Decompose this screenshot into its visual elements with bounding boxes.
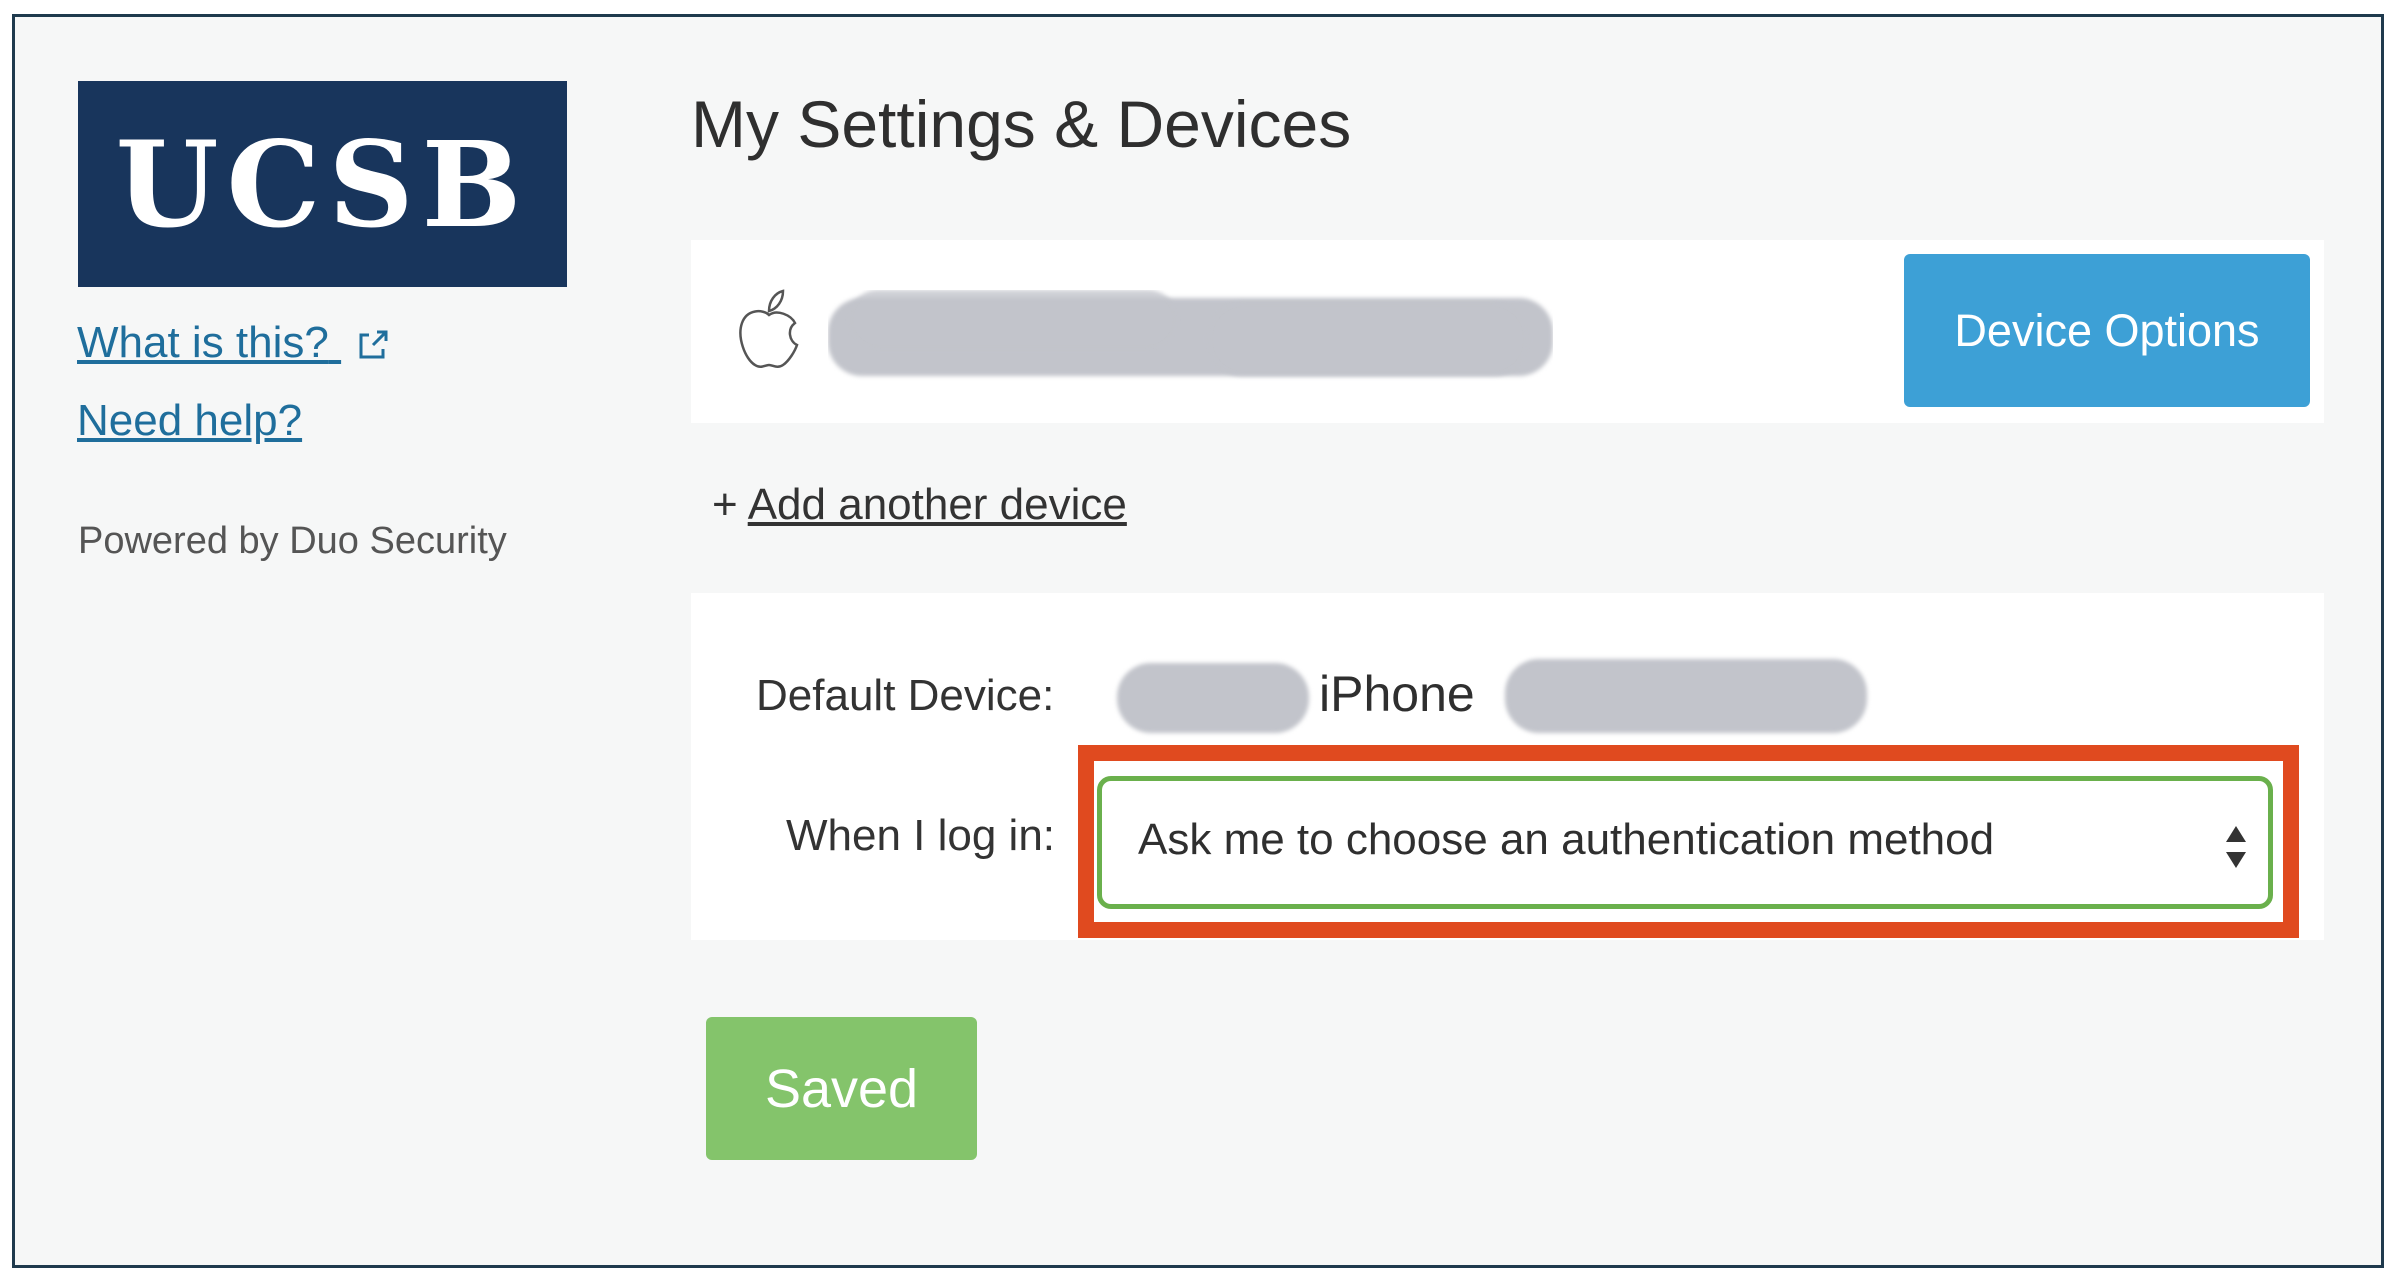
login-method-select[interactable]: Ask me to choose an authentication metho… [1097,776,2273,909]
redacted-suffix [1505,659,1867,733]
apple-icon [739,289,799,369]
select-arrows-icon [2226,826,2246,868]
saved-button[interactable]: Saved [706,1017,977,1160]
device-name-redacted [828,290,1553,382]
default-device-model: iPhone [1319,666,1475,722]
external-link-icon [359,330,388,359]
what-is-this-label: What is this? [77,318,329,367]
when-i-log-in-label: When I log in: [786,811,1056,860]
default-device-label: Default Device: [756,671,1055,720]
what-is-this-link[interactable]: What is this? [77,318,391,368]
powered-by-text: Powered by Duo Security [78,520,507,562]
ucsb-logo: UCSB [78,81,567,287]
device-card: Device Options [691,240,2324,423]
redacted-prefix [1117,663,1309,733]
default-device-value: iPhone [1117,655,1877,735]
logo-text: UCSB [115,114,530,254]
login-method-value: Ask me to choose an authentication metho… [1138,815,1995,864]
add-another-device-link[interactable]: Add another device [748,480,1127,529]
device-options-button[interactable]: Device Options [1904,254,2310,407]
plus-icon: + [712,480,738,529]
page-title: My Settings & Devices [691,87,1352,161]
add-device-row: + Add another device [712,480,1127,530]
need-help-link[interactable]: Need help? [77,396,302,446]
